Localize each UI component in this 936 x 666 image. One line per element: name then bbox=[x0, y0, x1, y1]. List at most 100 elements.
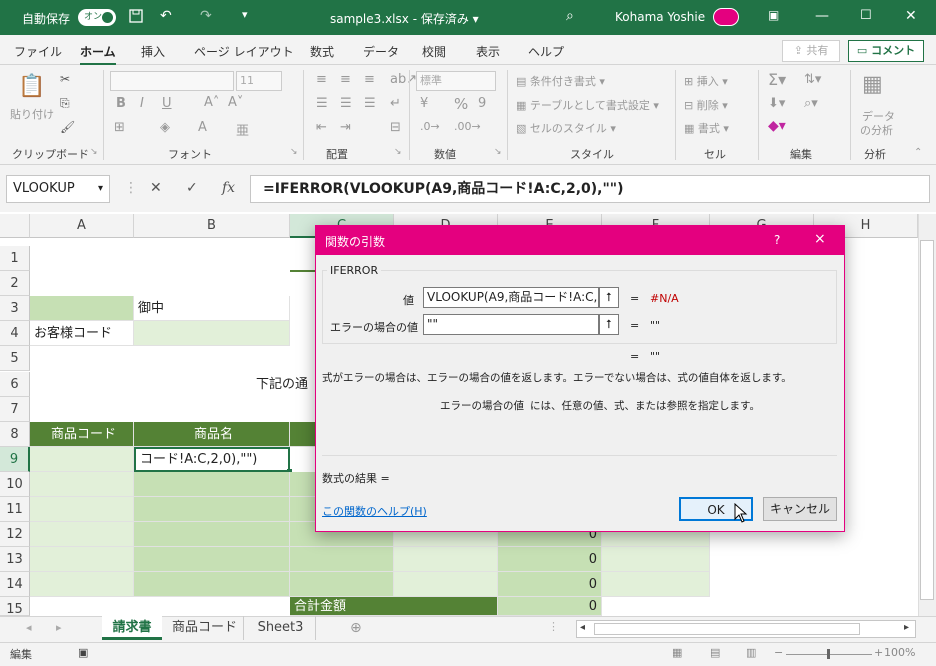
cell-a11[interactable] bbox=[30, 497, 134, 522]
cell-styles-button[interactable]: ▧ セルのスタイル ▾ bbox=[516, 120, 616, 136]
cell-d14[interactable] bbox=[394, 572, 498, 597]
horizontal-scroll-thumb[interactable] bbox=[594, 623, 860, 635]
customize-icon[interactable]: ▾ bbox=[242, 8, 248, 21]
cut-icon[interactable]: ✂ bbox=[60, 72, 70, 86]
tab-page-layout[interactable]: ページ レイアウト bbox=[194, 43, 294, 60]
tab-file[interactable]: ファイル bbox=[14, 43, 62, 60]
tab-view[interactable]: 表示 bbox=[476, 43, 500, 60]
cell-c14[interactable] bbox=[290, 572, 394, 597]
number-format-combo[interactable]: 標準 bbox=[416, 71, 496, 91]
collapse-ribbon-icon[interactable]: ⌃ bbox=[914, 147, 922, 158]
row-header-13[interactable]: 13 bbox=[0, 547, 30, 572]
cell-b13[interactable] bbox=[134, 547, 290, 572]
align-left-icon[interactable]: ☰ bbox=[316, 96, 328, 111]
redo-icon[interactable]: ↷ bbox=[200, 8, 212, 24]
underline-button[interactable]: U bbox=[162, 96, 172, 111]
dialog-help-button[interactable]: ? bbox=[774, 233, 780, 247]
indent-decrease-icon[interactable]: ⇤ bbox=[316, 120, 327, 135]
font-grow-icon[interactable]: A˄ bbox=[204, 95, 219, 110]
sheet-tab-invoice[interactable]: 請求書 bbox=[102, 616, 162, 640]
tab-review[interactable]: 校閲 bbox=[422, 43, 446, 60]
cell-b12[interactable] bbox=[134, 522, 290, 547]
row-header-4[interactable]: 4 bbox=[0, 321, 30, 346]
paste-icon[interactable]: 📋 bbox=[18, 74, 45, 99]
save-state[interactable]: 保存済み bbox=[421, 12, 469, 26]
cell-a12[interactable] bbox=[30, 522, 134, 547]
function-help-link[interactable]: この関数のヘルプ(H) bbox=[322, 503, 427, 519]
cell-e14[interactable]: 0 bbox=[498, 572, 602, 597]
zoom-out-icon[interactable]: − bbox=[774, 646, 783, 659]
sort-filter-icon[interactable]: ⇅▾ bbox=[804, 72, 821, 87]
conditional-format-button[interactable]: ▤ 条件付き書式 ▾ bbox=[516, 73, 605, 89]
tab-data[interactable]: データ bbox=[363, 43, 399, 60]
cell-a14[interactable] bbox=[30, 572, 134, 597]
cell-e15[interactable]: 0 bbox=[498, 597, 602, 616]
format-painter-icon[interactable]: 🖌 bbox=[60, 120, 75, 134]
cell-a10[interactable] bbox=[30, 472, 134, 497]
prev-sheet-icon[interactable]: ◂ bbox=[26, 621, 32, 634]
comment-button[interactable]: ▭ コメント bbox=[848, 40, 924, 62]
tab-help[interactable]: ヘルプ bbox=[528, 43, 564, 60]
cell-f14[interactable] bbox=[602, 572, 710, 597]
format-cells-button[interactable]: ▦ 書式 ▾ bbox=[684, 120, 729, 136]
cell-e13[interactable]: 0 bbox=[498, 547, 602, 572]
row-header-5[interactable]: 5 bbox=[0, 346, 30, 371]
align-top-icon[interactable]: ≡ bbox=[316, 72, 327, 87]
share-button[interactable]: ⇪ 共有 bbox=[782, 40, 840, 62]
cell-c15[interactable]: 合計金額 bbox=[290, 597, 498, 616]
save-icon[interactable] bbox=[128, 8, 144, 28]
font-shrink-icon[interactable]: A˅ bbox=[228, 95, 243, 110]
cell-b14[interactable] bbox=[134, 572, 290, 597]
cancel-entry-icon[interactable]: ✕ bbox=[150, 180, 162, 196]
zoom-in-icon[interactable]: + bbox=[874, 646, 883, 659]
zoom-level[interactable]: 100% bbox=[884, 646, 915, 659]
cell-b4[interactable] bbox=[134, 321, 290, 346]
comma-button[interactable]: 9 bbox=[478, 96, 486, 111]
font-launcher-icon[interactable]: ↘ bbox=[290, 147, 298, 157]
insert-cells-button[interactable]: ⊞ 挿入 ▾ bbox=[684, 73, 728, 89]
find-select-icon[interactable]: ⌕▾ bbox=[804, 96, 818, 111]
alignment-launcher-icon[interactable]: ↘ bbox=[394, 147, 402, 157]
cell-a9[interactable] bbox=[30, 447, 134, 472]
format-as-table-button[interactable]: ▦ テーブルとして書式設定 ▾ bbox=[516, 97, 659, 113]
clipboard-launcher-icon[interactable]: ↘ bbox=[90, 147, 98, 157]
row-header-12[interactable]: 12 bbox=[0, 522, 30, 547]
analyze-data-icon[interactable]: ▦ bbox=[862, 72, 883, 97]
name-box[interactable]: VLOOKUP ▾ bbox=[6, 175, 110, 203]
arg2-input[interactable]: "" bbox=[423, 314, 599, 335]
ribbon-display-icon[interactable]: ▣ bbox=[768, 8, 779, 22]
maximize-icon[interactable]: ☐ bbox=[860, 8, 872, 23]
wrap-text-icon[interactable]: ↵ bbox=[390, 96, 401, 111]
dialog-title-bar[interactable] bbox=[315, 225, 845, 255]
cell-b11[interactable] bbox=[134, 497, 290, 522]
row-header-6[interactable]: 6 bbox=[0, 372, 30, 397]
indent-increase-icon[interactable]: ⇥ bbox=[340, 120, 351, 135]
orientation-icon[interactable]: ab↗ bbox=[390, 72, 417, 87]
autosum-icon[interactable]: Σ▾ bbox=[768, 70, 786, 89]
fill-color-icon[interactable]: ◈ bbox=[160, 120, 170, 135]
currency-icon[interactable]: ¥ bbox=[420, 96, 428, 111]
delete-cells-button[interactable]: ⊟ 削除 ▾ bbox=[684, 97, 728, 113]
cell-a13[interactable] bbox=[30, 547, 134, 572]
clear-icon[interactable]: ◆▾ bbox=[768, 118, 786, 134]
column-header-b[interactable]: B bbox=[134, 214, 290, 238]
italic-button[interactable]: I bbox=[140, 96, 144, 111]
fill-icon[interactable]: ⬇▾ bbox=[768, 96, 785, 111]
merge-icon[interactable]: ⊟ bbox=[390, 120, 401, 135]
tab-split-icon[interactable]: ⋮ bbox=[548, 620, 559, 633]
accessibility-icon[interactable]: ▣ bbox=[78, 646, 88, 659]
user-name[interactable]: Kohama Yoshie bbox=[615, 10, 705, 24]
row-header-7[interactable]: 7 bbox=[0, 397, 30, 422]
cell-a3[interactable] bbox=[30, 296, 134, 321]
copy-icon[interactable]: ⎘ bbox=[60, 96, 70, 111]
minimize-icon[interactable]: — bbox=[815, 8, 829, 24]
align-bottom-icon[interactable]: ≡ bbox=[364, 72, 375, 87]
paste-button[interactable]: 貼り付け bbox=[10, 106, 54, 122]
search-icon[interactable]: ⌕ bbox=[566, 8, 574, 24]
normal-view-icon[interactable]: ▦ bbox=[672, 646, 682, 659]
add-sheet-icon[interactable]: ⊕ bbox=[350, 620, 362, 636]
zoom-slider-thumb[interactable] bbox=[827, 649, 830, 659]
cell-d13[interactable] bbox=[394, 547, 498, 572]
next-sheet-icon[interactable]: ▸ bbox=[56, 621, 62, 634]
cell-c6[interactable]: 下記の通 bbox=[250, 372, 316, 397]
